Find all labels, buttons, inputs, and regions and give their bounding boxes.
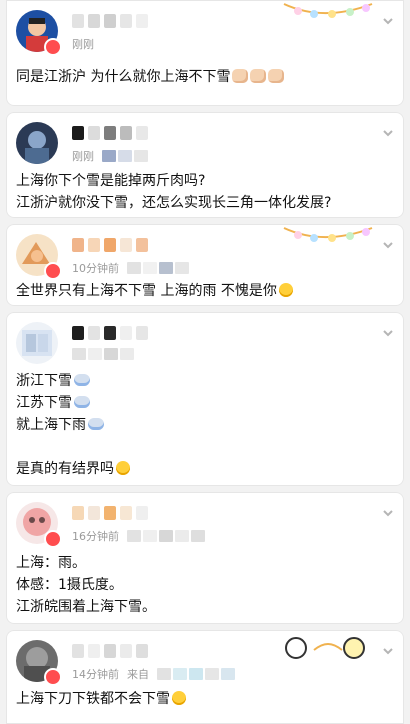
smile-emoji-icon xyxy=(172,691,186,705)
smile-emoji-icon xyxy=(278,283,293,297)
username-redacted[interactable] xyxy=(72,238,222,252)
comment-card: 浙江下雪 江苏下雪 就上海下雨 是真的有结界吗 xyxy=(6,312,404,486)
username-redacted[interactable] xyxy=(72,14,222,28)
username-redacted[interactable] xyxy=(72,126,222,140)
chevron-down-icon[interactable] xyxy=(382,642,394,655)
smile-emoji-icon xyxy=(116,461,130,475)
timestamp: 16分钟前 xyxy=(72,528,205,544)
chevron-down-icon[interactable] xyxy=(382,12,394,25)
rain-cloud-icon xyxy=(88,418,104,430)
sticker-decoration xyxy=(280,224,376,252)
chevron-down-icon[interactable] xyxy=(382,324,394,337)
comment-text: 同是江浙沪 为什么就你上海不下雪 xyxy=(16,66,394,88)
badge-icon xyxy=(44,530,62,548)
comment-card: 刚刚 同是江浙沪 为什么就你上海不下雪 xyxy=(6,0,404,106)
comment-card: 16分钟前 上海：雨。 体感：1摄氏度。 江浙皖围着上海下雪。 xyxy=(6,492,404,624)
comment-feed: 刚刚 同是江浙沪 为什么就你上海不下雪 刚刚 上海你下个雪是能掉两斤肉吗? 江浙… xyxy=(0,0,410,724)
comment-card: 14分钟前 来自 上海下刀下铁都不会下雪 xyxy=(6,630,404,724)
snow-cloud-icon xyxy=(74,396,90,408)
username-redacted[interactable] xyxy=(72,644,222,658)
comment-card: 10分钟前 全世界只有上海不下雪 上海的雨 不愧是你 xyxy=(6,224,404,306)
timestamp xyxy=(72,348,134,360)
comment-text: 全世界只有上海不下雪 上海的雨 不愧是你 xyxy=(16,280,394,302)
source-redacted xyxy=(72,348,134,360)
snow-cloud-icon xyxy=(74,374,90,386)
username-redacted[interactable] xyxy=(72,326,222,340)
chevron-down-icon[interactable] xyxy=(382,504,394,517)
avatar[interactable] xyxy=(16,122,58,164)
avatar[interactable] xyxy=(16,322,58,364)
timestamp: 刚刚 xyxy=(72,148,148,164)
chevron-down-icon[interactable] xyxy=(382,236,394,249)
chevron-down-icon[interactable] xyxy=(382,124,394,137)
timestamp: 10分钟前 xyxy=(72,260,189,276)
source-redacted xyxy=(102,150,148,162)
fist-emoji-icon xyxy=(268,69,285,83)
source-redacted xyxy=(157,668,235,680)
sticker-decoration xyxy=(280,632,376,662)
timestamp: 刚刚 xyxy=(72,38,94,51)
comment-text: 上海下刀下铁都不会下雪 xyxy=(16,688,394,710)
timestamp: 14分钟前 来自 xyxy=(72,666,235,682)
fist-emoji-icon xyxy=(250,69,267,83)
badge-icon xyxy=(44,262,62,280)
fist-emoji-icon xyxy=(232,69,249,83)
badge-icon xyxy=(44,38,62,56)
comment-card: 刚刚 上海你下个雪是能掉两斤肉吗? 江浙沪就你没下雪，还怎么实现长三角一体化发展… xyxy=(6,112,404,218)
username-redacted[interactable] xyxy=(72,506,222,520)
badge-icon xyxy=(44,668,62,686)
comment-text: 上海：雨。 体感：1摄氏度。 江浙皖围着上海下雪。 xyxy=(16,555,156,615)
sticker-decoration xyxy=(280,0,376,28)
comment-text: 上海你下个雪是能掉两斤肉吗? 江浙沪就你没下雪，还怎么实现长三角一体化发展? xyxy=(16,173,332,211)
comment-text: 浙江下雪 江苏下雪 就上海下雨 是真的有结界吗 xyxy=(16,370,394,480)
source-redacted xyxy=(127,530,205,542)
source-redacted xyxy=(127,262,189,274)
